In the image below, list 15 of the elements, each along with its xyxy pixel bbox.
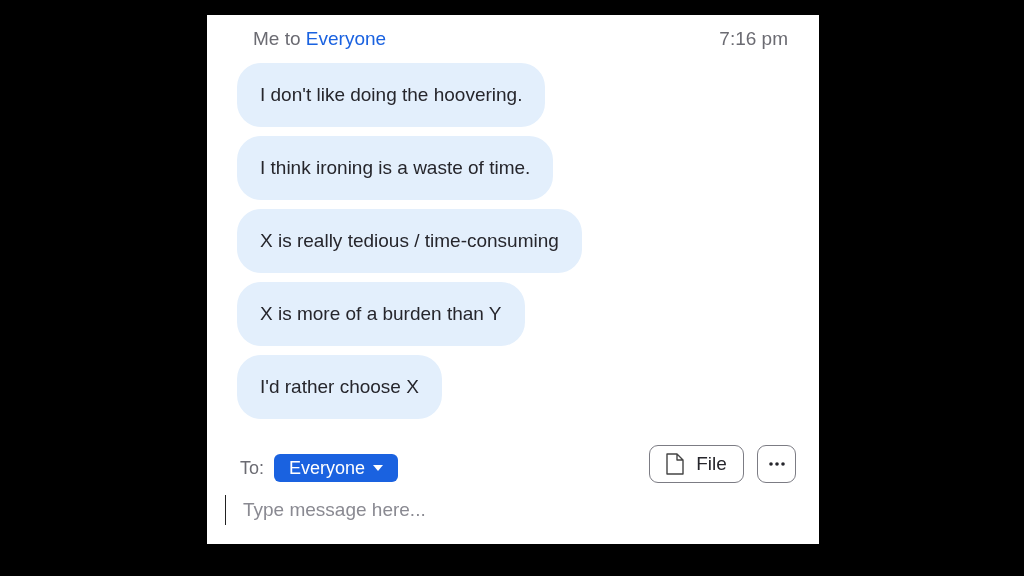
timestamp: 7:16 pm bbox=[719, 26, 788, 51]
caret-icon bbox=[373, 465, 384, 471]
message-bubble: I think ironing is a waste of time. bbox=[237, 136, 554, 200]
message-header: Me to Everyone bbox=[253, 26, 387, 51]
message-bubble: X is more of a burden than Y bbox=[237, 282, 525, 346]
to-label: To: bbox=[240, 456, 264, 480]
recipient-dropdown[interactable]: Everyone bbox=[274, 454, 399, 482]
message-input[interactable]: Type message here... bbox=[225, 495, 785, 525]
message-bubble: I'd rather choose X bbox=[237, 355, 442, 419]
message-bubble: I don't like doing the hoovering. bbox=[237, 63, 546, 127]
file-button[interactable]: File bbox=[649, 445, 744, 483]
more-icon bbox=[768, 462, 785, 466]
message-bubble: X is really tedious / time-consuming bbox=[237, 209, 582, 273]
more-button[interactable] bbox=[757, 445, 796, 483]
document-icon bbox=[666, 453, 685, 475]
